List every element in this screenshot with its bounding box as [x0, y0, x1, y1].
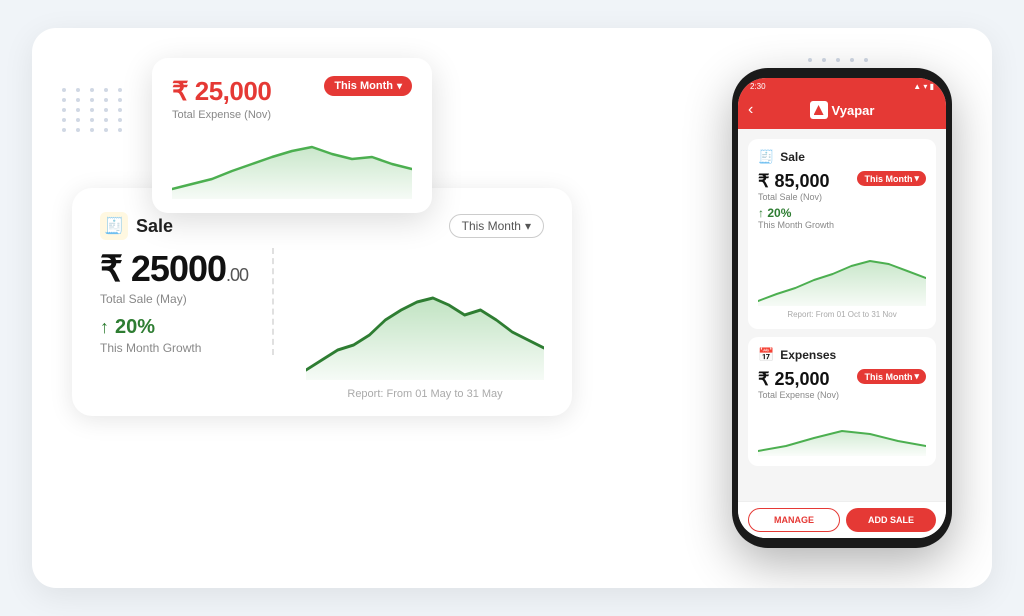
- growth-row: ↑ 20%: [100, 316, 248, 339]
- sale-main-amount: ₹ 25000.00: [100, 248, 248, 290]
- phone-expense-amount: ₹ 25,000: [758, 369, 839, 390]
- phone-expense-chevron-icon: ▾: [914, 371, 919, 382]
- add-sale-button[interactable]: ADD SALE: [846, 508, 936, 532]
- sale-chevron-icon: ▾: [525, 219, 531, 233]
- growth-label: This Month Growth: [100, 341, 248, 355]
- phone-sale-section: 🧾 Sale ₹ 85,000 Total Sale (Nov) This Mo…: [748, 139, 936, 329]
- expense-this-month-badge[interactable]: This Month ▾: [324, 76, 412, 96]
- phone-expense-icon: 📅: [758, 347, 774, 363]
- main-container: ₹ 25,000 Total Expense (Nov) This Month …: [32, 28, 992, 588]
- phone-header: ‹ Vyapar: [738, 95, 946, 129]
- phone-expense-section: 📅 Expenses ₹ 25,000 Total Expense (Nov) …: [748, 337, 936, 466]
- expense-card: ₹ 25,000 Total Expense (Nov) This Month …: [152, 58, 432, 213]
- sale-card: 🧾 Sale This Month ▾ ₹ 25000.00 Total Sal…: [72, 188, 572, 416]
- phone-expense-chart: [758, 406, 926, 456]
- phone-expense-total-label: Total Expense (Nov): [758, 390, 839, 400]
- expense-chart: [172, 129, 412, 199]
- phone-expense-title: 📅 Expenses: [758, 347, 926, 363]
- sale-icon: 🧾: [100, 212, 128, 240]
- vyapar-icon: [810, 101, 828, 119]
- vyapar-logo: Vyapar: [810, 101, 875, 119]
- sale-this-month-badge[interactable]: This Month ▾: [449, 214, 544, 238]
- phone-sale-chart: [758, 236, 926, 306]
- phone-sale-chevron-icon: ▾: [914, 173, 919, 184]
- growth-percentage: 20%: [115, 316, 155, 339]
- phone-sale-row-top: ₹ 85,000 Total Sale (Nov) This Month ▾: [758, 171, 926, 202]
- phone-content: 🧾 Sale ₹ 85,000 Total Sale (Nov) This Mo…: [738, 129, 946, 501]
- phone-screen: 2:30 ▲ ▾ ▮ ‹ Vyapar 🧾: [738, 78, 946, 538]
- phone-sale-icon: 🧾: [758, 149, 774, 165]
- phone-sale-report: Report: From 01 Oct to 31 Nov: [758, 310, 926, 319]
- back-button[interactable]: ‹: [748, 101, 753, 119]
- phone-sale-title: 🧾 Sale: [758, 149, 926, 165]
- phone-bottom-bar: MANAGE ADD SALE: [738, 501, 946, 538]
- expense-chevron-icon: ▾: [397, 81, 402, 92]
- phone-sale-amount: ₹ 85,000: [758, 171, 830, 192]
- expense-subtitle: Total Expense (Nov): [172, 109, 271, 121]
- phone-expense-this-month[interactable]: This Month ▾: [857, 369, 926, 384]
- phone-sale-this-month[interactable]: This Month ▾: [857, 171, 926, 186]
- phone-mockup: 2:30 ▲ ▾ ▮ ‹ Vyapar 🧾: [732, 68, 952, 548]
- expense-amount: ₹ 25,000: [172, 76, 271, 107]
- left-section: ₹ 25,000 Total Expense (Nov) This Month …: [72, 58, 632, 558]
- phone-status-bar: 2:30 ▲ ▾ ▮: [738, 78, 946, 95]
- sale-report-label: Report: From 01 May to 31 May: [306, 388, 544, 400]
- phone-sale-growth: ↑ 20%: [758, 206, 926, 220]
- growth-arrow-icon: ↑: [100, 317, 109, 338]
- sale-title: 🧾 Sale: [100, 212, 173, 240]
- sale-total-label: Total Sale (May): [100, 292, 248, 306]
- phone-sale-growth-label: This Month Growth: [758, 220, 926, 230]
- sale-chart: [306, 260, 544, 380]
- phone-expense-row-top: ₹ 25,000 Total Expense (Nov) This Month …: [758, 369, 926, 400]
- phone-sale-total-label: Total Sale (Nov): [758, 192, 830, 202]
- manage-button[interactable]: MANAGE: [748, 508, 840, 532]
